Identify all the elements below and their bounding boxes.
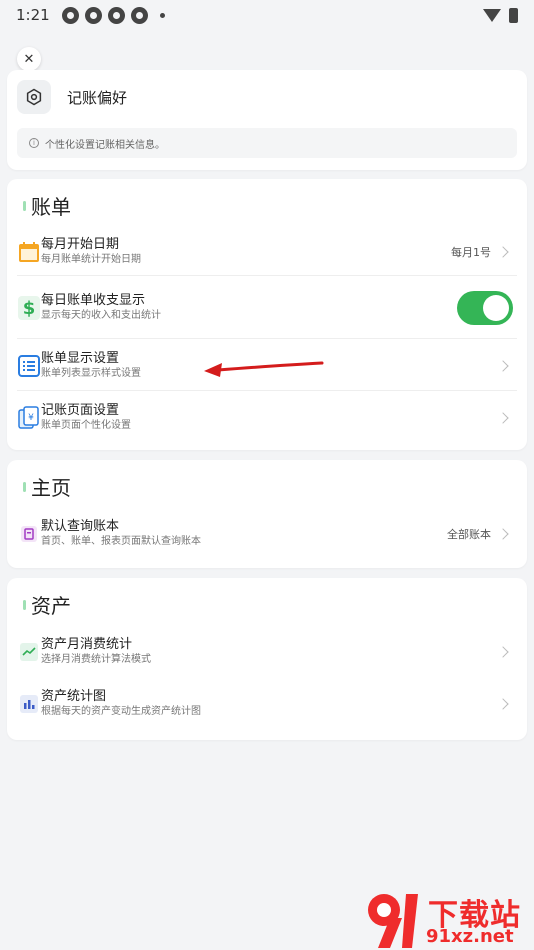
home-section-card: 主页 默认查询账本 首页、账单、报表页面默认查询账本 全部账本 [7,460,527,568]
row-default-ledger[interactable]: 默认查询账本 首页、账单、报表页面默认查询账本 全部账本 [7,512,527,556]
row-subtitle: 首页、账单、报表页面默认查询账本 [41,536,201,547]
chevron-right-icon [497,360,509,372]
chevron-right-icon [497,412,509,424]
row-asset-monthly-stats[interactable]: 资产月消费统计 选择月消费统计算法模式 [7,630,527,674]
receipt-icon: ¥ [17,406,41,430]
page-title: 记账偏好 [67,88,128,107]
status-time: 1:21 [16,6,50,24]
row-month-start-date[interactable]: 每月开始日期 每月账单统计开始日期 每月1号 [7,229,527,275]
row-daily-bill-display[interactable]: $ 每日账单收支显示 显示每天的收入和支出统计 [7,283,527,333]
row-title: 记账页面设置 [41,403,120,418]
chevron-right-icon [497,528,509,540]
notification-icon [107,6,125,24]
row-subtitle: 账单列表显示样式设置 [41,368,141,379]
close-button[interactable]: ✕ [17,47,41,71]
row-title: 默认查询账本 [41,519,120,534]
wifi-icon [483,8,501,22]
row-subtitle: 账单页面个性化设置 [41,420,131,431]
watermark-bottom-text: 91xz.net [426,926,514,947]
row-subtitle: 每月账单统计开始日期 [41,254,141,265]
battery-icon [509,7,518,23]
section-title-home: 主页 [23,472,71,501]
daily-display-toggle[interactable] [457,291,513,325]
svg-text:¥: ¥ [28,413,34,423]
watermark: 下载站 91xz.net [360,888,532,950]
row-subtitle: 选择月消费统计算法模式 [41,654,151,665]
section-title-asset: 资产 [23,590,71,619]
row-bookkeeping-page-settings[interactable]: ¥ 记账页面设置 账单页面个性化设置 [7,395,527,441]
svg-text:$: $ [23,298,36,319]
chevron-right-icon [497,246,509,258]
row-subtitle: 根据每天的资产变动生成资产统计图 [41,706,201,717]
info-text: 个性化设置记账相关信息。 [45,139,165,151]
annotation-arrow-icon [204,361,324,377]
bar-chart-icon [17,692,41,716]
chevron-right-icon [497,646,509,658]
chevron-right-icon [497,698,509,710]
row-subtitle: 显示每天的收入和支出统计 [41,310,161,321]
more-notifications-icon [159,12,165,18]
info-banner: i 个性化设置记账相关信息。 [17,128,517,158]
notification-icon [84,6,102,24]
section-title-bill: 账单 [23,191,71,220]
row-asset-chart[interactable]: 资产统计图 根据每天的资产变动生成资产统计图 [7,682,527,726]
list-icon [17,354,41,378]
info-icon: i [29,138,39,148]
bill-section-card: 账单 每月开始日期 每月账单统计开始日期 每月1号 $ 每日账单收支显示 显示每… [7,179,527,450]
status-bar: 1:21 [0,0,534,30]
notification-icon [130,6,148,24]
close-icon: ✕ [23,51,35,67]
calendar-icon [17,240,41,264]
row-title: 资产统计图 [41,689,107,704]
row-value: 全部账本 [447,528,491,541]
watermark-logo-icon [368,894,418,948]
row-title: 资产月消费统计 [41,637,133,652]
row-value: 每月1号 [451,246,491,259]
dollar-icon: $ [17,296,41,320]
preferences-card: 记账偏好 i 个性化设置记账相关信息。 [7,70,527,170]
asset-section-card: 资产 资产月消费统计 选择月消费统计算法模式 资产统计图 根据每天的资产变动生成… [7,578,527,740]
trend-icon [17,640,41,664]
row-title: 每月开始日期 [41,237,120,252]
settings-gear-icon [17,80,51,114]
notification-icon [61,6,79,24]
notification-icons [61,6,165,24]
ledger-icon [17,522,41,546]
row-title: 每日账单收支显示 [41,293,146,308]
row-title: 账单显示设置 [41,351,120,366]
